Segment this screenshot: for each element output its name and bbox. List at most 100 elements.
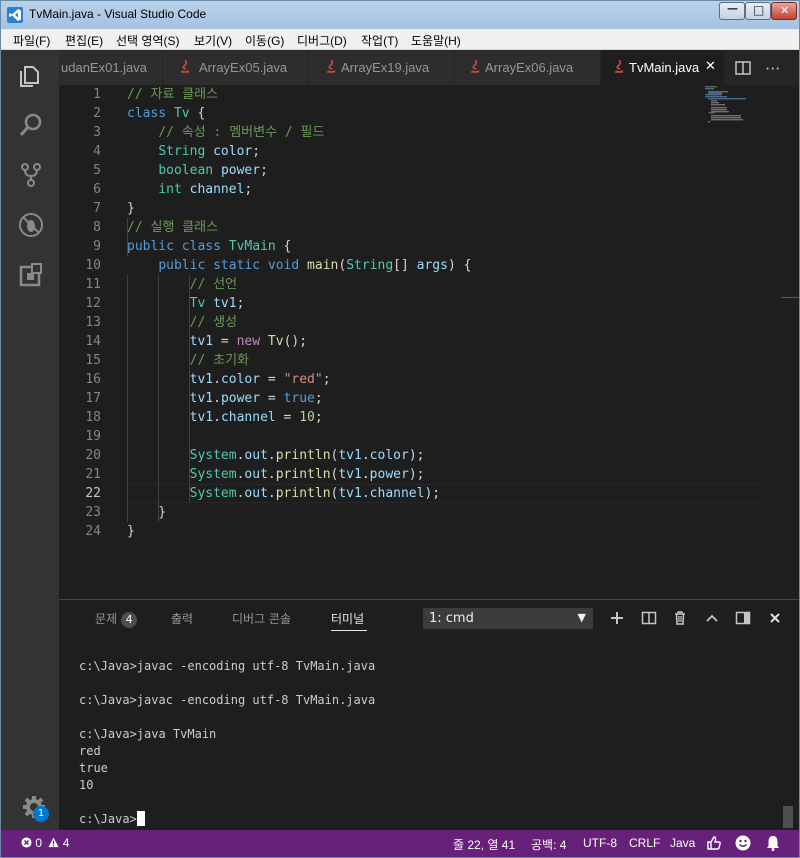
terminal-line: c:\Java>javac -encoding utf-8 TvMain.jav…: [79, 659, 376, 673]
code-line: 22 System.out.println(tv1.channel);: [85, 486, 441, 501]
java-icon: [181, 60, 190, 73]
code-line: 8// 실행 클래스: [93, 220, 219, 235]
menu-selection[interactable]: 선택 영역(S): [116, 32, 180, 49]
split-editor-icon[interactable]: [735, 61, 751, 75]
smiley-icon[interactable]: [735, 835, 751, 851]
code-line: 18 tv1.channel = 10;: [85, 410, 323, 425]
window-title: TvMain.java - Visual Studio Code: [29, 7, 207, 21]
code-line: 20 System.out.println(tv1.color);: [85, 448, 425, 463]
chevron-up-icon[interactable]: [704, 610, 720, 626]
indentation[interactable]: 공백: 4: [531, 836, 566, 853]
terminal-line: c:\Java>javac -encoding utf-8 TvMain.jav…: [79, 693, 376, 707]
terminal-line: c:\Java>java TvMain: [79, 727, 217, 741]
tab-tvmain[interactable]: TvMain.java ✕: [601, 50, 725, 85]
tab-output[interactable]: 출력: [171, 610, 193, 627]
bell-icon[interactable]: [765, 835, 781, 851]
code-line: 17 tv1.power = true;: [85, 391, 323, 406]
cursor-position[interactable]: 줄 22, 열 41: [453, 836, 515, 853]
minimize-icon: —: [727, 2, 738, 15]
code-line: 10 public static void main(String[] args…: [85, 258, 472, 273]
chevron-down-icon: ▼: [577, 611, 586, 624]
tab-label: ArrayEx19.java: [341, 60, 430, 75]
menu-help[interactable]: 도움말(H): [411, 32, 461, 49]
code-line: 12 Tv tv1;: [85, 296, 245, 311]
menu-go[interactable]: 이동(G): [245, 32, 284, 49]
code-line: 5 boolean power;: [93, 163, 268, 178]
tab-terminal[interactable]: 터미널: [331, 610, 364, 627]
code-line: 15 // 초기화: [85, 353, 249, 368]
menu-bar: 파일(F) 편집(E) 선택 영역(S) 보기(V) 이동(G) 디버그(D) …: [1, 29, 799, 50]
tab-udanex01[interactable]: udanEx01.java: [59, 50, 163, 85]
code-line: 7}: [93, 201, 135, 216]
source-control-icon[interactable]: [18, 162, 44, 188]
code-line: 21 System.out.println(tv1.power);: [85, 467, 425, 482]
terminal-scrollbar[interactable]: [783, 806, 793, 828]
search-icon[interactable]: [18, 112, 44, 138]
editor-scrollbar[interactable]: [781, 297, 799, 298]
terminal-select[interactable]: 1: cmd ▼: [423, 608, 593, 629]
debug-icon[interactable]: [18, 212, 44, 238]
terminal-line: true: [79, 761, 108, 775]
code-line: 4 String color;: [93, 144, 261, 159]
language-mode[interactable]: Java: [670, 836, 695, 850]
code-line: 3 // 속성 : 멤버변수 / 필드: [93, 125, 325, 140]
split-terminal-icon[interactable]: [641, 610, 657, 626]
active-tab-indicator: [331, 630, 367, 631]
menu-debug[interactable]: 디버그(D): [297, 32, 347, 49]
problems-badge: 4: [121, 612, 138, 628]
code-line: 11 // 선언: [85, 277, 238, 292]
more-actions-icon[interactable]: ···: [765, 59, 780, 78]
encoding[interactable]: UTF-8: [583, 836, 617, 850]
menu-file[interactable]: 파일(F): [13, 32, 50, 49]
tab-arrayex05[interactable]: ArrayEx05.java: [163, 50, 309, 85]
terminal-select-value: 1: cmd: [429, 611, 474, 626]
menu-view[interactable]: 보기(V): [194, 32, 232, 49]
tab-arrayex06[interactable]: ArrayEx06.java: [455, 50, 601, 85]
close-icon: ✕: [780, 4, 790, 17]
terminal-output[interactable]: c:\Java>javac -encoding utf-8 TvMain.jav…: [79, 658, 779, 828]
editor-tabs: udanEx01.java ArrayEx05.java ArrayEx19.j…: [59, 50, 799, 85]
terminal-cursor: [136, 811, 145, 826]
tab-debug-console[interactable]: 디버그 콘솔: [232, 610, 291, 627]
code-line: 2 class Tv {: [93, 106, 206, 121]
new-terminal-icon[interactable]: [609, 610, 625, 626]
code-line: 19: [85, 429, 101, 444]
problems-status[interactable]: 0 4: [21, 836, 69, 850]
maximize-button[interactable]: □: [745, 2, 771, 20]
tab-label: udanEx01.java: [61, 60, 148, 75]
minimap[interactable]: [705, 85, 765, 145]
extensions-icon[interactable]: [18, 262, 44, 288]
tab-problems[interactable]: 문제 4: [95, 610, 138, 628]
minimize-button[interactable]: —: [719, 2, 745, 20]
vscode-logo-icon: [7, 7, 23, 23]
code-line: 6 int channel;: [93, 182, 253, 197]
menu-edit[interactable]: 편집(E): [65, 32, 103, 49]
tab-arrayex19[interactable]: ArrayEx19.java: [309, 50, 455, 85]
manage-settings[interactable]: 1: [21, 794, 55, 824]
code-line: 14 tv1 = new Tv();: [85, 334, 308, 349]
close-panel-icon[interactable]: [767, 610, 783, 626]
close-window-button[interactable]: ✕: [771, 2, 797, 20]
code-line: 9 public class TvMain {: [93, 239, 292, 254]
java-icon: [327, 60, 336, 73]
error-icon: [21, 837, 32, 848]
tab-close-icon[interactable]: ✕: [705, 59, 716, 74]
maximize-icon: □: [753, 3, 765, 17]
bottom-panel: 문제 4 출력 디버그 콘솔 터미널 1: cmd ▼ c:\Java>javac…: [59, 599, 799, 830]
terminal-line: 10: [79, 778, 94, 792]
code-editor[interactable]: 1// 자료 클래스 2 class Tv { 3 // 속성 : 멤버변수 / …: [59, 85, 799, 599]
code-line: 16 tv1.color = "red";: [85, 372, 331, 387]
java-icon: [471, 60, 480, 73]
explorer-icon[interactable]: [18, 62, 44, 88]
toggle-panel-position-icon[interactable]: [735, 610, 751, 626]
java-icon: [615, 60, 624, 73]
settings-badge: 1: [33, 806, 49, 822]
title-bar: TvMain.java - Visual Studio Code — □ ✕: [1, 1, 799, 29]
terminal-prompt-line: c:\Java>: [79, 811, 145, 828]
menu-tasks[interactable]: 작업(T): [361, 32, 398, 49]
line-ending[interactable]: CRLF: [629, 836, 660, 850]
trash-icon[interactable]: [672, 610, 688, 626]
code-line: 1// 자료 클래스: [93, 87, 219, 102]
terminal-prompt: c:\Java>: [79, 812, 137, 826]
thumbs-up-icon[interactable]: [706, 835, 722, 851]
